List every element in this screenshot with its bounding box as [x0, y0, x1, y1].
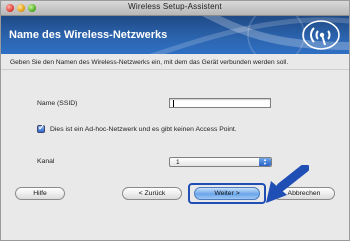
- page-title: Name des Wireless-Netzwerks: [9, 29, 168, 41]
- channel-select[interactable]: 1 ▲ ▼: [169, 157, 272, 167]
- adhoc-checkbox-label: Dies ist ein Ad-hoc-Netzwerk und es gibt…: [50, 126, 237, 133]
- help-button[interactable]: Hilfe: [15, 187, 65, 200]
- back-button[interactable]: < Zurück: [122, 187, 182, 200]
- wireless-signal-icon: [302, 20, 340, 50]
- page-header: Name des Wireless-Netzwerks: [1, 16, 349, 54]
- adhoc-checkbox[interactable]: ✓: [37, 123, 45, 133]
- content-panel: Geben Sie den Namen des Wireless-Netzwer…: [1, 54, 349, 240]
- next-button-highlight: [188, 183, 266, 204]
- intro-text: Geben Sie den Namen des Wireless-Netzwer…: [10, 59, 289, 66]
- window-title: Wireless Setup-Assistent: [128, 2, 222, 11]
- pointer-arrow-icon: [266, 165, 309, 203]
- ssid-input[interactable]: [169, 98, 271, 108]
- ssid-label: Name (SSID): [37, 100, 78, 107]
- setup-assistant-window: Wireless Setup-Assistent Name des Wirele…: [0, 0, 350, 241]
- title-bar[interactable]: Wireless Setup-Assistent: [1, 1, 349, 16]
- channel-value: 1: [176, 159, 180, 166]
- channel-label: Kanal: [37, 158, 55, 165]
- divider: [1, 69, 349, 70]
- checkmark-icon: ✓: [38, 123, 45, 132]
- text-caret: [173, 100, 174, 107]
